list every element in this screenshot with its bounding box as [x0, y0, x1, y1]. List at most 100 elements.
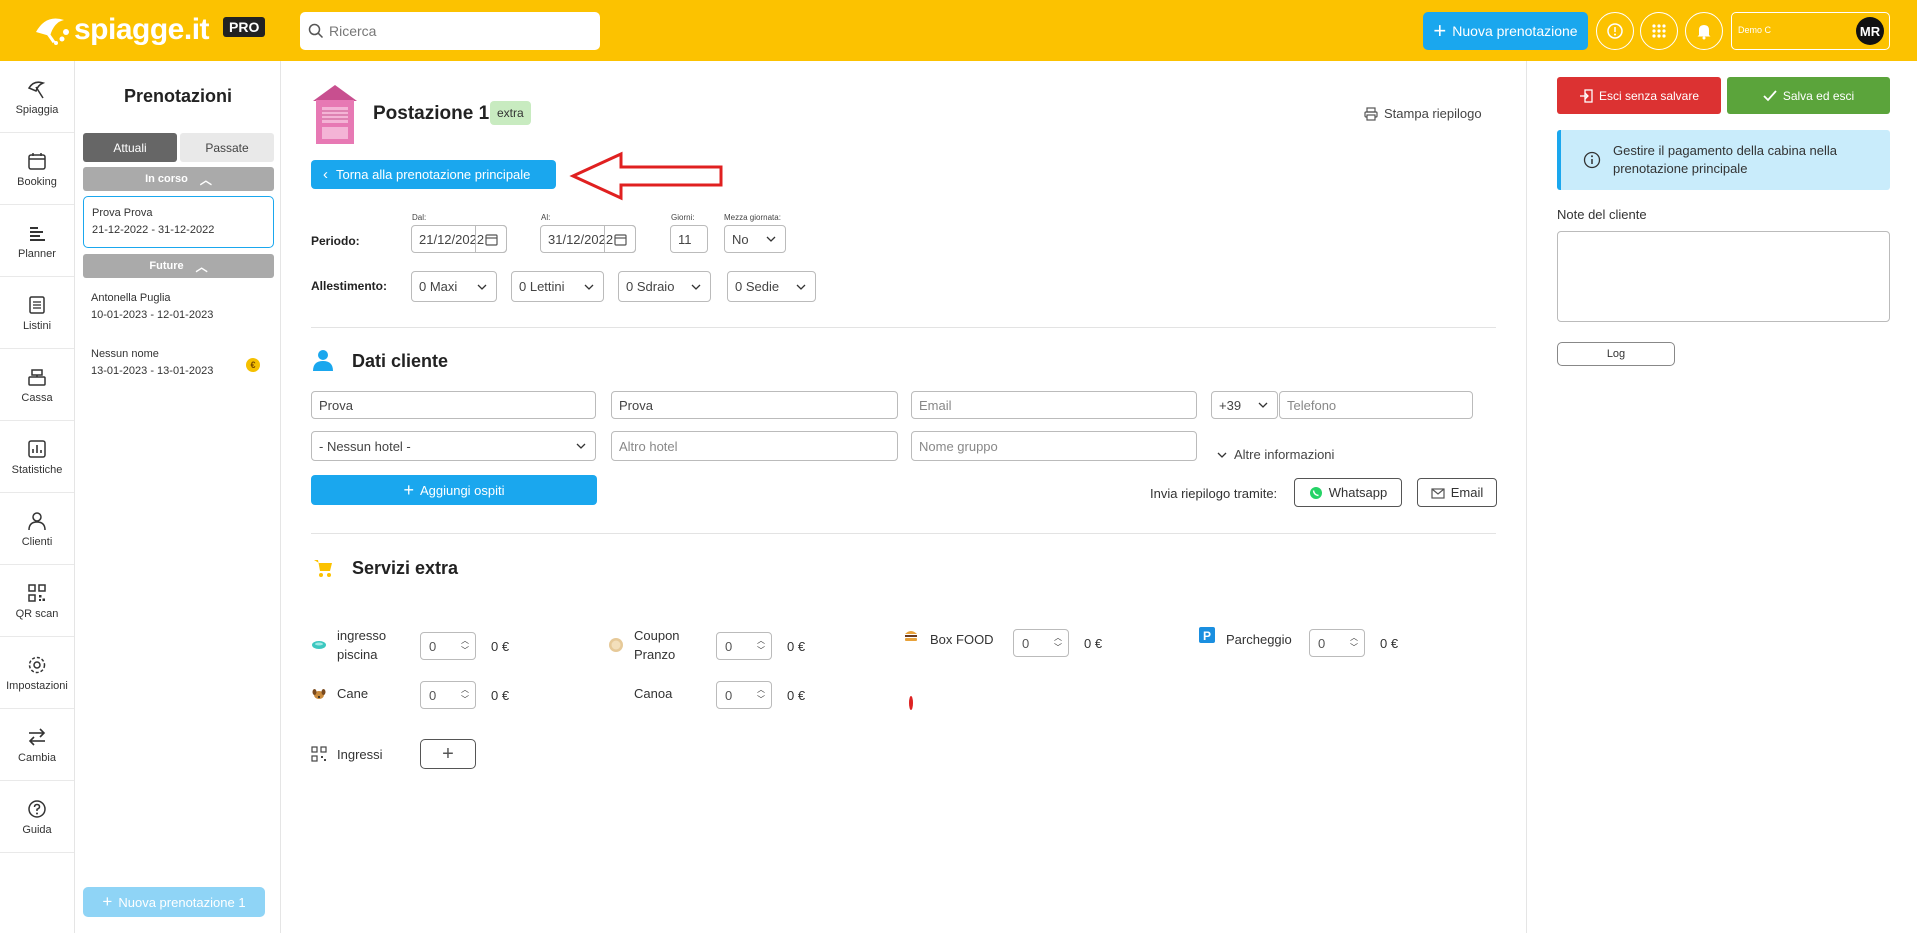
print-summary-link[interactable]: Stampa riepilogo [1364, 106, 1482, 121]
search-input[interactable]: Ricerca [300, 12, 600, 50]
lettini-select[interactable]: 0 Lettini [511, 271, 604, 302]
date-to-input[interactable]: 31/12/2022 [540, 225, 636, 253]
extra-label: ingresso piscina [337, 628, 387, 662]
sdraio-select[interactable]: 0 Sdraio [618, 271, 711, 302]
quantity-stepper[interactable]: 0 ︿ ﹀ [420, 681, 476, 709]
quantity-stepper[interactable]: 0 ︿ ﹀ [716, 632, 772, 660]
stepper-arrows-icon[interactable]: ︿ ﹀ [1054, 633, 1062, 653]
booking-card-future[interactable]: Antonella Puglia 10-01-2023 - 12-01-2023 [83, 282, 274, 334]
nav-label: Planner [18, 247, 56, 260]
phone-prefix-select[interactable]: +39 [1211, 391, 1278, 419]
email-share-label: Email [1450, 485, 1484, 500]
notifications-button[interactable] [1685, 12, 1723, 50]
logo[interactable]: spiagge.it PRO [32, 12, 266, 48]
more-info-toggle[interactable]: Altre informazioni [1216, 447, 1334, 462]
plus-icon: + [442, 742, 454, 765]
maxi-select[interactable]: 0 Maxi [411, 271, 497, 302]
nav-item-qr-scan[interactable]: QR scan [0, 565, 74, 637]
nav-item-booking[interactable]: Booking [0, 133, 74, 205]
nav-item-impostazioni[interactable]: Impostazioni [0, 637, 74, 709]
half-day-value: No [732, 231, 749, 247]
nav-item-planner[interactable]: Planner [0, 205, 74, 277]
nav-label: Listini [22, 319, 52, 332]
stepper-arrows-icon[interactable]: ︿ ﹀ [757, 636, 765, 656]
customer-notes-textarea[interactable] [1557, 231, 1890, 322]
last-name-input[interactable]: Prova [611, 391, 898, 419]
save-and-exit-button[interactable]: Salva ed esci [1727, 77, 1890, 114]
new-booking-button[interactable]: + Nuova prenotazione [1423, 12, 1588, 50]
quantity-stepper[interactable]: 0 ︿ ﹀ [1013, 629, 1069, 657]
stepper-arrows-icon[interactable]: ︿ ﹀ [461, 685, 469, 705]
stepper-arrows-icon[interactable]: ︿ ﹀ [1350, 633, 1358, 653]
exit-without-saving-button[interactable]: Esci senza salvare [1557, 77, 1721, 114]
first-name-input[interactable]: Prova [311, 391, 596, 419]
nav-item-listini[interactable]: Listini [0, 277, 74, 349]
nav-item-clienti[interactable]: Clienti [0, 493, 74, 565]
payment-info-alert: Gestire il pagamento della cabina nella … [1557, 130, 1890, 190]
pro-badge: PRO [223, 17, 266, 37]
hotel-select[interactable]: - Nessun hotel - [311, 431, 596, 461]
quantity-stepper[interactable]: 0 ︿ ﹀ [1309, 629, 1365, 657]
group-in-progress-toggle[interactable]: In corso ︿ [83, 167, 274, 191]
add-guests-button[interactable]: + Aggiungi ospiti [311, 475, 597, 505]
other-hotel-input[interactable]: Altro hotel [611, 431, 898, 461]
whatsapp-icon [1309, 486, 1322, 499]
sedie-select[interactable]: 0 Sedie [727, 271, 816, 302]
booking-card-current[interactable]: Prova Prova 21-12-2022 - 31-12-2022 [83, 196, 274, 248]
info-icon [1583, 151, 1601, 169]
nav-item-cambia[interactable]: Cambia [0, 709, 74, 781]
brand-name: spiagge.it [74, 13, 210, 46]
stepper-arrows-icon[interactable]: ︿ ﹀ [757, 685, 765, 705]
nav-item-statistiche[interactable]: Statistiche [0, 421, 74, 493]
quantity-stepper[interactable]: 0 ︿ ﹀ [420, 632, 476, 660]
save-label: Salva ed esci [1782, 88, 1855, 103]
nav-item-spiaggia[interactable]: Spiaggia [0, 61, 74, 133]
calendar-button[interactable] [604, 225, 636, 253]
half-day-select[interactable]: No [724, 225, 786, 253]
beach-umbrella-icon [27, 80, 46, 98]
email-input[interactable]: Email [911, 391, 1197, 419]
calendar-button[interactable] [475, 225, 507, 253]
extra-badge: extra [490, 101, 531, 125]
nav-label: Cambia [18, 751, 56, 764]
exit-icon [1579, 88, 1593, 103]
to-label: Al: [541, 213, 551, 222]
group-name-input[interactable]: Nome gruppo [911, 431, 1197, 461]
date-from-input[interactable]: 21/12/2022 [411, 225, 507, 253]
extra-label: Cane [337, 686, 369, 701]
period-label: Periodo: [311, 234, 360, 248]
back-to-main-booking-button[interactable]: ‹ Torna alla prenotazione principale [311, 160, 556, 189]
tab-current[interactable]: Attuali [83, 133, 177, 162]
chevron-down-icon [576, 443, 586, 449]
extra-price: 0 € [1084, 636, 1103, 651]
extra-price: 0 € [1380, 636, 1399, 651]
group-future-toggle[interactable]: Future ︿ [83, 254, 274, 278]
phone-input[interactable]: Telefono [1279, 391, 1473, 419]
customer-icon [313, 350, 333, 371]
stepper-arrows-icon[interactable]: ︿ ﹀ [461, 636, 469, 656]
user-menu[interactable]: Demo C MR [1731, 12, 1890, 50]
add-ingresso-button[interactable]: + [420, 739, 476, 769]
apps-button[interactable] [1640, 12, 1678, 50]
email-share-button[interactable]: Email [1417, 478, 1497, 507]
booking-card-future[interactable]: Nessun nome 13-01-2023 - 13-01-2023 € [83, 338, 274, 390]
tab-past[interactable]: Passate [180, 133, 274, 162]
chevron-down-icon [766, 236, 776, 242]
calendar-icon [613, 233, 627, 246]
swap-icon [28, 727, 46, 746]
divider [311, 533, 1496, 534]
maxi-value: 0 Maxi [419, 279, 458, 294]
log-button[interactable]: Log [1557, 342, 1675, 366]
ingressi-label: Ingressi [337, 747, 383, 762]
support-button[interactable] [1596, 12, 1634, 50]
nav-item-cassa[interactable]: Cassa [0, 349, 74, 421]
extra-label: Parcheggio [1226, 632, 1292, 647]
nav-item-guida[interactable]: Guida [0, 781, 74, 853]
customer-section-title: Dati cliente [352, 351, 449, 371]
quantity-value: 0 [725, 687, 733, 703]
nav-label: Guida [22, 823, 52, 836]
new-booking-button-disabled[interactable]: + Nuova prenotazione 1 [83, 887, 265, 917]
whatsapp-button[interactable]: Whatsapp [1294, 478, 1402, 507]
days-input[interactable]: 11 [670, 225, 708, 253]
quantity-stepper[interactable]: 0 ︿ ﹀ [716, 681, 772, 709]
